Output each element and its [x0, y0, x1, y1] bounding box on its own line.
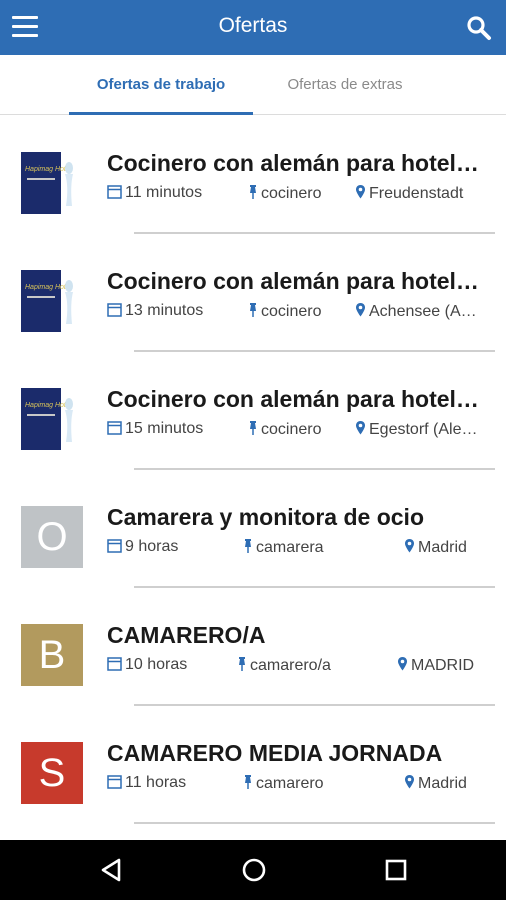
job-category: camarero/a [237, 656, 391, 678]
calendar-icon [107, 538, 125, 555]
job-posted-time: 9 horas [107, 538, 239, 560]
job-title: CAMARERO MEDIA JORNADA [107, 740, 443, 766]
category-text: camarero [256, 775, 324, 792]
company-logo: Hapimag Hotel [21, 388, 79, 450]
tab-ofertas-de-trabajo[interactable]: Ofertas de trabajo [69, 55, 253, 115]
posted-time-text: 15 minutos [125, 420, 204, 437]
job-list-item[interactable]: B CAMARERO/A 10 horas camarero/a MADRID [0, 588, 506, 706]
calendar-icon [107, 420, 125, 437]
location-text: Egestorf (Alemania) [369, 421, 479, 438]
company-avatar: S [21, 742, 83, 804]
job-list-item[interactable]: Hapimag Hotel Cocinero con alemán para ho… [0, 116, 506, 234]
job-location: MADRID [397, 656, 479, 678]
location-marker-icon [355, 421, 369, 438]
job-location: Achensee (Austria) [355, 302, 479, 324]
location-marker-icon [404, 539, 418, 556]
job-posted-time: 15 minutos [107, 420, 244, 442]
category-text: camarera [256, 539, 324, 556]
company-logo: Hapimag Hotel [21, 152, 79, 214]
job-posted-time: 11 horas [107, 774, 239, 796]
app-bar: Ofertas [0, 0, 506, 55]
calendar-icon [107, 302, 125, 319]
location-marker-icon [355, 185, 369, 202]
pin-icon [237, 657, 250, 674]
posted-time-text: 9 horas [125, 538, 179, 555]
category-text: cocinero [261, 421, 322, 438]
job-title: Camarera y monitora de ocio [107, 504, 424, 530]
calendar-icon [107, 774, 125, 791]
job-location: Egestorf (Alemania) [355, 420, 479, 442]
location-text: Madrid [418, 539, 467, 556]
pin-icon [248, 185, 261, 202]
pin-icon [243, 539, 256, 556]
job-list-item[interactable]: O Camarera y monitora de ocio 9 horas camar… [0, 470, 506, 588]
job-list[interactable]: Hapimag Hotel Cocinero con alemán para ho… [0, 116, 506, 840]
posted-time-text: 11 horas [125, 774, 187, 791]
job-category: camarera [243, 538, 398, 560]
job-location: Freudenstadt [355, 184, 479, 206]
search-icon[interactable] [466, 15, 492, 41]
calendar-icon [107, 184, 125, 201]
pin-icon [248, 303, 261, 320]
pin-icon [248, 421, 261, 438]
location-marker-icon [397, 657, 411, 674]
home-circle-icon[interactable] [239, 855, 269, 885]
job-list-item[interactable]: Hapimag Hotel Cocinero con alemán para ho… [0, 352, 506, 470]
job-posted-time: 11 minutos [107, 184, 244, 206]
system-nav-bar [0, 840, 506, 900]
tab-ofertas-de-extras[interactable]: Ofertas de extras [253, 55, 437, 115]
category-text: cocinero [261, 185, 322, 202]
location-text: Madrid [418, 775, 467, 792]
posted-time-text: 11 minutos [125, 184, 203, 201]
location-marker-icon [404, 775, 418, 792]
category-text: cocinero [261, 303, 322, 320]
job-title: Cocinero con alemán para hoteles [107, 386, 479, 412]
page-title: Ofertas [218, 14, 288, 37]
location-text: Freudenstadt [369, 185, 464, 202]
posted-time-text: 13 minutos [125, 302, 204, 319]
job-category: camarero [243, 774, 398, 796]
recents-square-icon[interactable] [381, 855, 411, 885]
job-list-item[interactable]: Hapimag Hotel Cocinero con alemán para ho… [0, 234, 506, 352]
job-category: cocinero [248, 184, 349, 206]
job-title: Cocinero con alemán para hoteles [107, 150, 479, 176]
location-text: MADRID [411, 657, 475, 674]
posted-time-text: 10 horas [125, 656, 188, 673]
job-title: Cocinero con alemán para hoteles [107, 268, 479, 294]
back-triangle-icon[interactable] [97, 855, 127, 885]
location-text: Achensee (Austria) [369, 303, 479, 320]
company-avatar: O [21, 506, 83, 568]
job-category: cocinero [248, 420, 349, 442]
job-posted-time: 10 horas [107, 656, 233, 678]
pin-icon [243, 775, 256, 792]
location-marker-icon [355, 303, 369, 320]
row-divider [134, 822, 495, 824]
job-title: CAMARERO/A [107, 622, 266, 648]
job-location: Madrid [404, 538, 479, 560]
tab-bar: Ofertas de trabajo Ofertas de extras [0, 55, 506, 115]
category-text: camarero/a [250, 657, 331, 674]
job-location: Madrid [404, 774, 479, 796]
job-posted-time: 13 minutos [107, 302, 244, 324]
company-avatar: B [21, 624, 83, 686]
job-list-item[interactable]: S CAMARERO MEDIA JORNADA 11 horas camarero M… [0, 706, 506, 824]
company-logo: Hapimag Hotel [21, 270, 79, 332]
job-category: cocinero [248, 302, 349, 324]
calendar-icon [107, 656, 125, 673]
